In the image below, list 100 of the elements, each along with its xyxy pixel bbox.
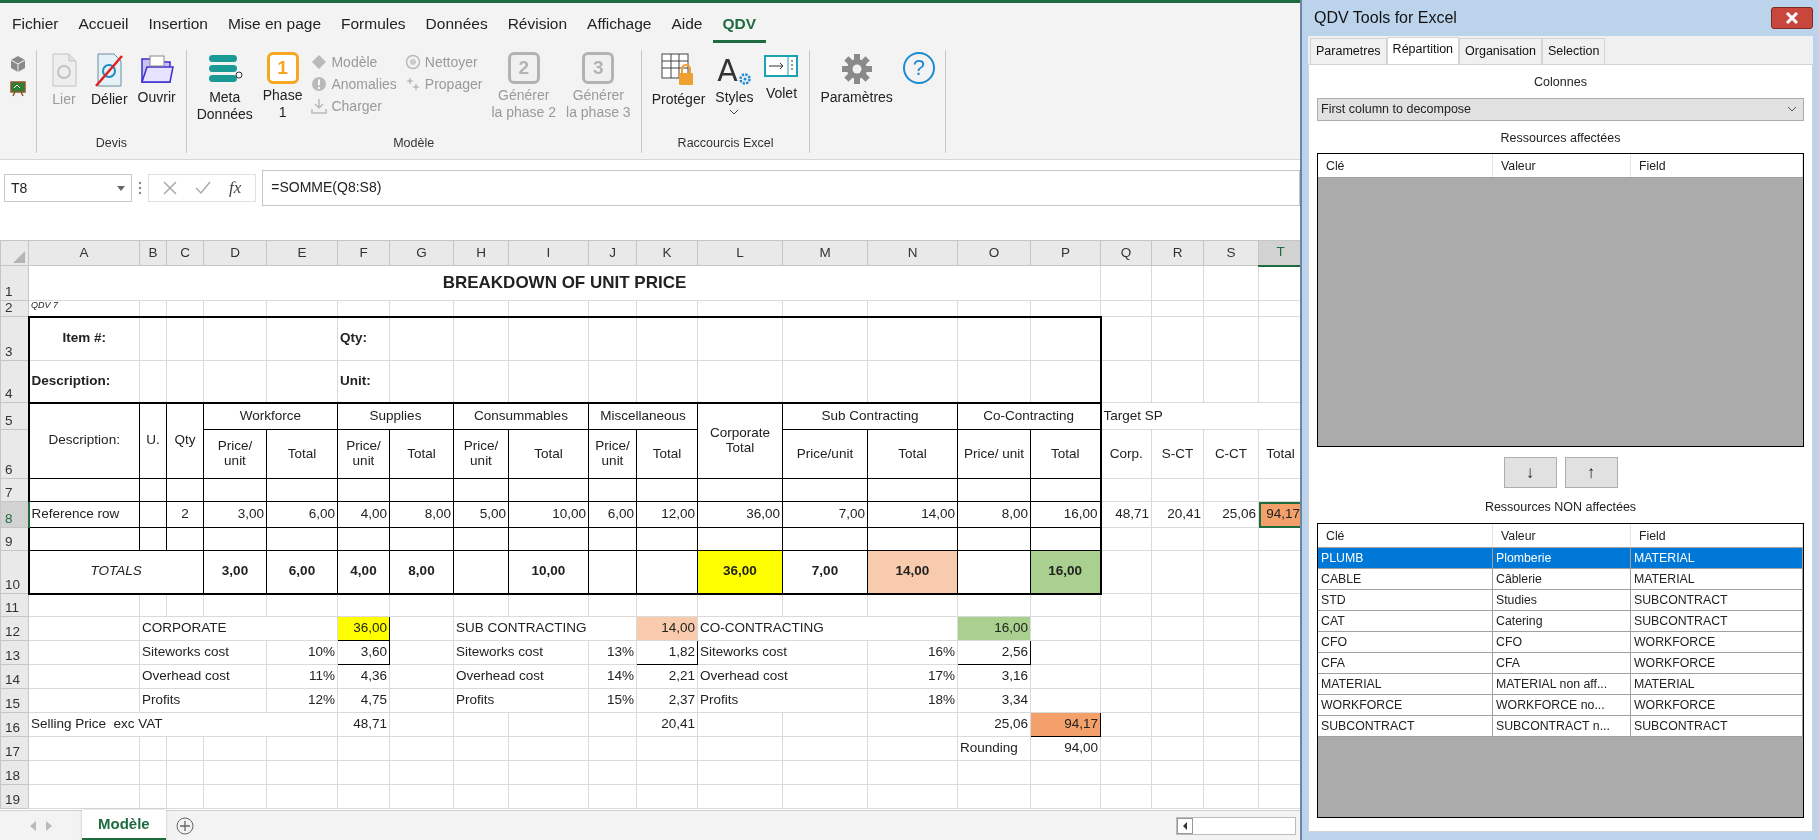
row-header[interactable]: 12 [0,616,29,641]
column-header[interactable]: K [636,240,698,266]
ribbon-button[interactable]: Délier [87,50,132,110]
sheet-title[interactable]: BREAKDOWN OF UNIT PRICE [28,265,1101,301]
sheet-cell[interactable]: U. [139,402,167,479]
sheet-cell[interactable]: 16,00 [1030,550,1101,594]
sheet-cell[interactable]: Siteworks cost [139,640,267,665]
sheet-cell[interactable]: 25,06 [1203,501,1259,528]
column-header[interactable]: B [139,240,167,266]
sheet-cell[interactable]: QDV 7 [28,300,140,317]
row-header[interactable]: 10 [0,550,29,594]
row-header[interactable]: 13 [0,640,29,665]
sheet-cell[interactable]: 17% [867,664,958,689]
sheet-cell[interactable]: 4,36 [337,664,390,689]
sheet-cell[interactable]: Total [389,429,454,479]
sheet-cell[interactable]: Total [1030,429,1101,479]
menu-tab[interactable]: Données [415,6,498,43]
ribbon-button[interactable]: Protéger [647,50,710,110]
sheet-cell[interactable]: 8,00 [389,501,454,528]
close-button[interactable] [1771,7,1813,29]
sheet-cell[interactable]: 48,71 [1100,501,1152,528]
column-header[interactable]: S [1203,240,1259,266]
sheet-cell[interactable]: 16% [867,640,958,665]
sheet-cell[interactable]: 16,00 [1030,501,1101,528]
sheet-cell[interactable]: Reference row [28,501,140,528]
name-box[interactable]: T8 [4,174,132,202]
sheet-cell[interactable]: 4,00 [337,550,390,594]
sheet-cell[interactable]: 36,00 [697,550,783,594]
sheet-cell[interactable]: Co-Contracting [957,402,1101,430]
sheet-cell[interactable]: 20,41 [1151,501,1204,528]
column-header[interactable]: I [508,240,589,266]
ribbon-button[interactable]: Volet [759,50,804,104]
menu-tab[interactable]: Insertion [138,6,218,43]
column-header[interactable]: H [453,240,509,266]
sheet-cell[interactable]: 8,00 [957,501,1031,528]
sheet-cell[interactable]: 10% [266,640,338,665]
column-dropdown[interactable]: First column to decompose [1317,97,1804,121]
resource-list[interactable] [1317,523,1804,818]
sheet-cell[interactable]: Price/ unit [957,429,1031,479]
row-header[interactable]: 7 [0,478,29,502]
sheet-cell[interactable]: Description: [28,360,140,403]
column-header[interactable]: O [957,240,1031,266]
sheet-cell[interactable]: TOTALS [28,550,204,594]
sheet-cell[interactable]: 2 [166,501,204,528]
row-header[interactable]: 17 [0,736,29,761]
sheet-cell[interactable]: 6,00 [266,501,338,528]
sheet-cell[interactable]: 12,00 [636,501,698,528]
sheet-cell[interactable]: 12% [266,688,338,713]
sheet-cell[interactable]: Siteworks cost [697,640,868,665]
sheet-cell[interactable]: 48,71 [337,712,390,737]
row-header[interactable]: 5 [0,402,29,430]
sheet-cell[interactable]: 10,00 [508,501,589,528]
column-header[interactable]: M [782,240,868,266]
row-header[interactable]: 1 [0,265,29,301]
sheet-cell[interactable]: 13% [588,640,637,665]
sheet-cell[interactable]: Profits [697,688,868,713]
sheet-cell[interactable]: Sub Contracting [782,402,958,430]
sheet-cell[interactable]: 4,00 [337,501,390,528]
sheet-cell[interactable]: Overhead cost [139,664,267,689]
sheet-cell[interactable]: 20,41 [636,712,698,737]
column-header[interactable]: L [697,240,783,266]
sheet-cell[interactable]: 94,00 [1030,736,1101,761]
column-header[interactable]: J [588,240,637,266]
sheet-cell[interactable]: 11% [266,664,338,689]
list-row[interactable]: SUBCONTRACT SUBCONTRACT n... SUBCONTRACT [1318,716,1803,737]
horizontal-scrollbar[interactable] [1176,816,1296,835]
column-header[interactable]: Field [1631,154,1803,178]
sheet-cell[interactable]: Miscellaneous [588,402,698,430]
column-header[interactable]: Q [1100,240,1152,266]
sheet-cell[interactable]: CO-CONTRACTING [697,616,958,641]
sheet-cell[interactable]: Overhead cost [697,664,868,689]
column-header[interactable]: N [867,240,958,266]
column-header[interactable]: G [389,240,454,266]
list-row[interactable]: CFA CFA WORKFORCE [1318,653,1803,674]
sheet-cell[interactable]: 7,00 [782,501,868,528]
sheet-cell[interactable]: Profits [453,688,589,713]
column-header[interactable]: Valeur [1493,524,1631,547]
row-header[interactable]: 14 [0,664,29,689]
list-row[interactable]: PLUMB Plomberie MATERIAL [1318,548,1803,569]
sheet-cell[interactable]: Corporate Total [697,402,783,479]
sheet-cell[interactable]: 3,34 [957,688,1031,713]
row-header[interactable]: 15 [0,688,29,713]
sheet-cell[interactable]: Supplies [337,402,454,430]
sheet-cell[interactable]: 25,06 [957,712,1031,737]
sheet-cell[interactable]: 8,00 [389,550,454,594]
column-header[interactable]: Clé [1318,524,1493,547]
sheet-cell[interactable]: Total [266,429,338,479]
sheet-cell[interactable]: Overhead cost [453,664,589,689]
row-header[interactable]: 9 [0,527,29,551]
ribbon-button[interactable]: 1 Phase 1 [258,50,307,123]
sheet-cell[interactable]: 3,60 [337,640,390,665]
sheet-cell[interactable]: Total [508,429,589,479]
row-header[interactable]: 19 [0,784,29,809]
sheet-cell[interactable]: 36,00 [697,501,783,528]
column-header[interactable]: P [1030,240,1101,266]
menu-tab[interactable]: QDV [712,6,767,43]
sheet-cell[interactable]: Price/unit [782,429,868,479]
sheet-cell[interactable]: 2,37 [636,688,698,713]
sheet-cell[interactable]: 14,00 [867,550,958,594]
sheet-cell[interactable]: 5,00 [453,501,509,528]
